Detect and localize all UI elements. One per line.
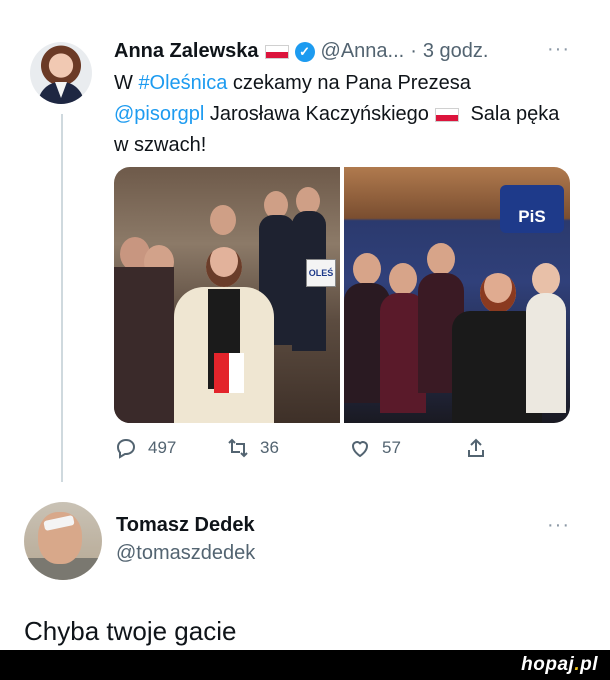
audience-dark (114, 267, 174, 423)
flag-paper (214, 353, 244, 393)
tweet-header: Anna Zalewska ✓ @Anna... · 3 godz. (114, 40, 488, 63)
person-head (480, 273, 516, 313)
reply-count: 497 (148, 438, 177, 457)
reply-action[interactable]: 497 (114, 436, 176, 460)
reply-avatar[interactable] (24, 502, 102, 580)
author-avatar[interactable] (30, 42, 92, 104)
text-prefix: W (114, 72, 139, 94)
reply-tweet: Tomasz Dedek @tomaszdedek ··· Chyba twoj… (0, 490, 610, 650)
flag-poland-icon (434, 107, 459, 122)
reply-text: Chyba twoje gacie (24, 616, 237, 646)
tweet-actions: 497 36 57 (114, 436, 494, 464)
person-head (353, 253, 381, 285)
crowd-person (210, 205, 236, 235)
watermark-tld: pl (580, 654, 598, 675)
woman-figure (174, 247, 274, 423)
person-head (427, 243, 455, 275)
like-count: 57 (382, 438, 401, 457)
text-after-mention: Jarosława Kaczyńskiego (204, 103, 429, 125)
person-body (526, 293, 566, 413)
text-after-hashtag: czekamy na Pana Prezesa (227, 72, 471, 94)
tweet-media[interactable]: OLEŚ PiS (114, 167, 570, 423)
original-tweet: Anna Zalewska ✓ @Anna... · 3 godz. ··· W… (0, 0, 610, 490)
share-action[interactable] (464, 436, 488, 460)
like-icon (351, 441, 369, 458)
mention-link[interactable]: @pisorgpl (114, 103, 204, 125)
person-head (389, 263, 417, 295)
folk-group (344, 243, 570, 423)
tweet-text: W #Oleśnica czekamy na Pana Prezesa @piso… (114, 68, 574, 161)
reply-author-name[interactable]: Tomasz Dedek (116, 514, 255, 537)
watermark-main: hopaj (521, 654, 575, 675)
share-icon (468, 438, 484, 457)
reply-icon (116, 438, 136, 459)
person-head (532, 263, 560, 295)
like-action[interactable]: 57 (348, 436, 401, 460)
person (526, 263, 566, 423)
reply-author-handle[interactable]: @tomaszdedek (116, 542, 255, 565)
retweet-icon (228, 438, 248, 458)
retweet-action[interactable]: 36 (226, 436, 279, 460)
photo-left[interactable]: OLEŚ (114, 167, 340, 423)
tweet-time[interactable]: 3 godz. (423, 40, 489, 63)
head (206, 247, 242, 287)
photo-right[interactable]: PiS (344, 167, 570, 423)
footer-bar: hopaj.pl (0, 650, 610, 680)
pis-banner: PiS (500, 185, 564, 233)
more-icon[interactable]: ··· (547, 514, 570, 537)
retweet-count: 36 (260, 438, 279, 457)
hashtag-link[interactable]: #Oleśnica (138, 72, 227, 94)
sign: OLEŚ (306, 259, 336, 287)
author-name[interactable]: Anna Zalewska (114, 40, 259, 63)
verified-badge-icon: ✓ (294, 41, 315, 62)
more-icon[interactable]: ··· (547, 38, 570, 61)
author-handle[interactable]: @Anna... (321, 40, 405, 63)
thread-line (61, 114, 63, 482)
flag-poland-icon (264, 44, 289, 59)
site-watermark: hopaj.pl (521, 654, 598, 676)
meta-separator: · (410, 40, 417, 62)
